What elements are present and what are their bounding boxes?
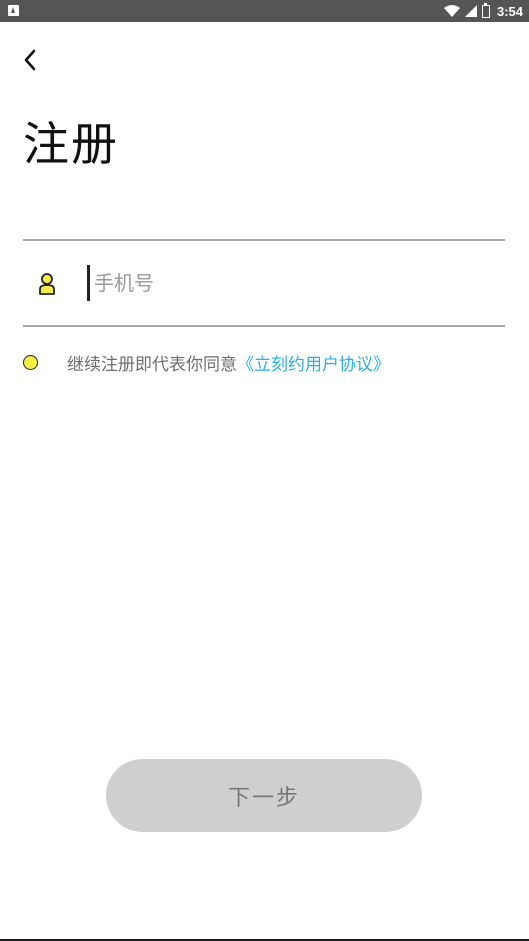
agreement-row: 继续注册即代表你同意 《立刻约用户协议》 [23,350,390,375]
phone-row [23,241,505,325]
battery-icon [481,2,490,18]
divider [23,325,505,327]
back-arrow-icon [24,49,36,71]
screen: 3:54 注册 继续注册即代表你同意《立刻约用户协议》 下一步 [0,0,529,941]
agreement-radio[interactable] [23,354,38,370]
wifi-icon [443,5,460,17]
status-bar: 3:54 [0,0,529,22]
status-time: 3:54 [496,3,523,19]
agreement-link[interactable]: 《立刻约用户协议》 [237,350,390,375]
notification-icon [8,5,19,16]
next-button[interactable]: 下一步 [106,759,422,832]
signal-icon [464,5,477,17]
back-button[interactable] [14,44,46,76]
status-indicators: 3:54 [443,0,523,22]
agreement-text: 继续注册即代表你同意 [67,354,237,375]
phone-input[interactable] [87,265,494,301]
user-icon [39,273,55,295]
page-title: 注册 [23,117,119,171]
